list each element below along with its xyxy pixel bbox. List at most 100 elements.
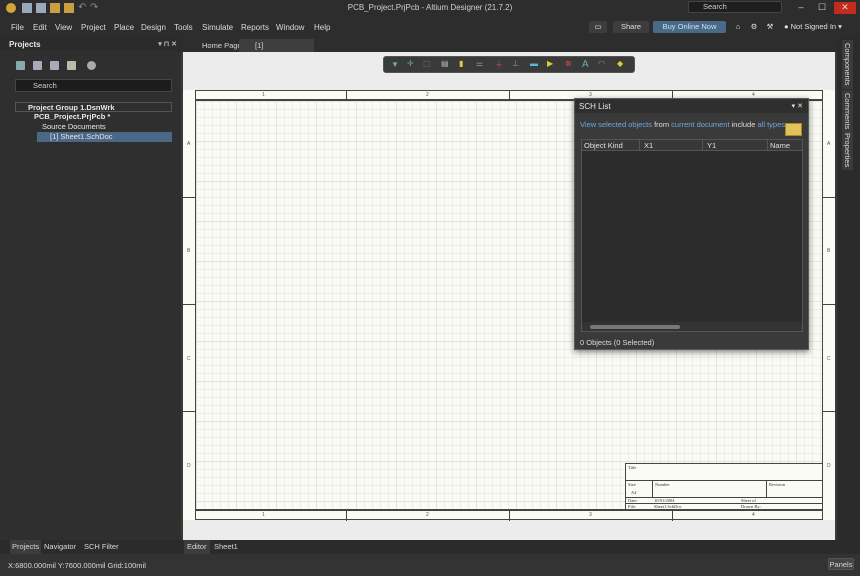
zone-divider xyxy=(823,411,835,412)
zone-letter: B xyxy=(187,248,191,254)
minimize-button[interactable]: – xyxy=(790,2,812,14)
active-bar-toolbar: ▼ ✛ ⬚ ▤ ▮ ⚌ ⏚ ⊥ ▬ ▶ ⊗ A ◠ ◆ xyxy=(383,56,635,73)
power-port-icon[interactable]: ⏚ xyxy=(495,59,503,70)
panel-controls[interactable]: ▾ ✕ xyxy=(792,102,803,110)
zone-number: 1 xyxy=(262,92,265,98)
tb-number-label: Number xyxy=(655,482,670,487)
zone-divider xyxy=(346,511,347,521)
zone-divider xyxy=(183,304,195,305)
move-icon[interactable]: ✛ xyxy=(407,59,414,68)
sch-list-table: Object Kind X1 Y1 Name xyxy=(581,139,803,332)
place-part-icon[interactable]: ▮ xyxy=(459,59,463,68)
horizontal-scrollbar[interactable] xyxy=(582,322,802,331)
projects-search-input[interactable]: Search xyxy=(15,79,172,92)
tab-sheet1-schdoc[interactable]: [1] Sheet1.SchDoc xyxy=(239,39,314,63)
editor-bottom-tabs: Editor Sheet1 xyxy=(181,540,837,554)
zone-letter: B xyxy=(827,248,831,254)
harness-icon[interactable]: ▬ xyxy=(530,59,538,68)
tree-item-workspace[interactable]: Project Group 1.DsnWrk xyxy=(15,102,172,112)
tree-label-source-docs: Source Documents xyxy=(42,122,106,131)
filter-text: from xyxy=(652,120,672,129)
user-account-button[interactable]: ● Not Signed In ▾ xyxy=(784,21,852,33)
tab-properties[interactable]: Properties xyxy=(842,130,853,171)
col-divider xyxy=(767,140,768,151)
text-icon[interactable]: A xyxy=(582,59,589,70)
bus-icon[interactable]: ⊥ xyxy=(512,59,519,68)
panels-button[interactable]: Panels xyxy=(828,558,854,570)
zone-divider xyxy=(823,197,835,198)
col-object-kind[interactable]: Object Kind xyxy=(584,141,623,151)
tab-home-page[interactable]: Home Page xyxy=(186,39,242,52)
share-label: Share xyxy=(620,22,641,31)
zone-letter: C xyxy=(827,356,831,362)
menu-window[interactable]: Window xyxy=(276,23,304,32)
tree-label-workspace: Project Group 1.DsnWrk xyxy=(28,103,115,112)
arc-icon[interactable]: ◠ xyxy=(598,59,605,68)
col-name[interactable]: Name xyxy=(770,141,790,151)
tab-projects[interactable]: Projects xyxy=(10,540,42,554)
tab-sheet1[interactable]: Sheet1 xyxy=(214,540,238,554)
tab-comments[interactable]: Comments xyxy=(842,90,853,133)
menu-project[interactable]: Project xyxy=(81,23,106,32)
scroll-thumb[interactable] xyxy=(590,325,680,329)
col-divider xyxy=(702,140,703,151)
menu-design[interactable]: Design xyxy=(141,23,166,32)
menu-tools[interactable]: Tools xyxy=(174,23,193,32)
open-folder-icon[interactable] xyxy=(67,61,76,70)
compile-icon[interactable] xyxy=(33,61,42,70)
filter-icon[interactable]: ▼ xyxy=(391,60,399,69)
menu-help[interactable]: Help xyxy=(314,23,330,32)
menu-reports[interactable]: Reports xyxy=(241,23,269,32)
align-icon[interactable]: ▤ xyxy=(441,59,449,68)
filter-mode-link[interactable]: View selected objects xyxy=(580,120,652,129)
tb-file-label: File: xyxy=(628,504,637,509)
close-button[interactable]: ✕ xyxy=(834,2,856,14)
projects-panel-title: Projects ▾ ⊓ ✕ xyxy=(0,37,181,51)
tree-item-project[interactable]: PCB_Project.PrjPcb * xyxy=(18,112,172,122)
tab-components[interactable]: Components xyxy=(842,40,853,89)
menu-file[interactable]: File xyxy=(11,23,24,32)
col-x1[interactable]: X1 xyxy=(644,141,653,151)
col-divider xyxy=(639,140,640,151)
table-header: Object Kind X1 Y1 Name xyxy=(582,140,802,151)
status-bar: X:6800.000mil Y:7600.000mil Grid:100mil … xyxy=(0,554,860,576)
gear-icon[interactable]: ⚙ xyxy=(749,21,759,33)
panel-controls[interactable]: ▾ ⊓ ✕ xyxy=(158,40,177,48)
tab-navigator[interactable]: Navigator xyxy=(44,540,76,554)
directive-icon[interactable]: ◆ xyxy=(617,59,623,68)
zone-divider xyxy=(672,511,673,521)
zone-number: 2 xyxy=(426,92,429,98)
buy-label: Buy Online Now xyxy=(662,22,717,31)
tab-sch-filter[interactable]: SCH Filter xyxy=(84,540,119,554)
filter-scope-link[interactable]: current document xyxy=(671,120,729,129)
maximize-button[interactable]: ☐ xyxy=(811,2,833,14)
add-document-icon[interactable] xyxy=(50,61,59,70)
home-tab-label: Home Page xyxy=(202,41,242,50)
menu-view[interactable]: View xyxy=(55,23,72,32)
menu-simulate[interactable]: Simulate xyxy=(202,23,233,32)
select-icon[interactable]: ⬚ xyxy=(423,59,431,68)
tree-item-sheet1[interactable]: [1] Sheet1.SchDoc xyxy=(37,132,172,142)
save-project-icon[interactable] xyxy=(16,61,25,70)
share-button[interactable]: Share xyxy=(613,21,649,33)
tools-icon[interactable]: ⚒ xyxy=(765,21,775,33)
zone-number: 4 xyxy=(752,512,755,518)
buy-online-button[interactable]: Buy Online Now xyxy=(653,21,726,33)
signin-label: Not Signed In xyxy=(790,22,837,31)
menu-edit[interactable]: Edit xyxy=(33,23,47,32)
global-search-input[interactable]: Search xyxy=(688,1,782,13)
tab-editor[interactable]: Editor xyxy=(184,540,210,554)
menu-place[interactable]: Place xyxy=(114,23,134,32)
filter-types-link[interactable]: all types xyxy=(757,120,785,129)
no-erc-icon[interactable]: ⊗ xyxy=(565,59,572,68)
settings-icon[interactable] xyxy=(87,61,96,70)
col-y1[interactable]: Y1 xyxy=(707,141,716,151)
zone-number: 3 xyxy=(589,512,592,518)
chat-icon[interactable]: ▭ xyxy=(589,21,607,33)
port-icon[interactable]: ▶ xyxy=(547,59,553,68)
tree-item-source-docs[interactable]: Source Documents xyxy=(26,122,172,132)
wire-icon[interactable]: ⚌ xyxy=(476,59,483,68)
home-icon[interactable]: ⌂ xyxy=(733,21,743,33)
sch-list-filter: View selected objects from current docum… xyxy=(580,120,785,129)
tb-file-value: Sheet1.SchDoc xyxy=(654,504,682,509)
